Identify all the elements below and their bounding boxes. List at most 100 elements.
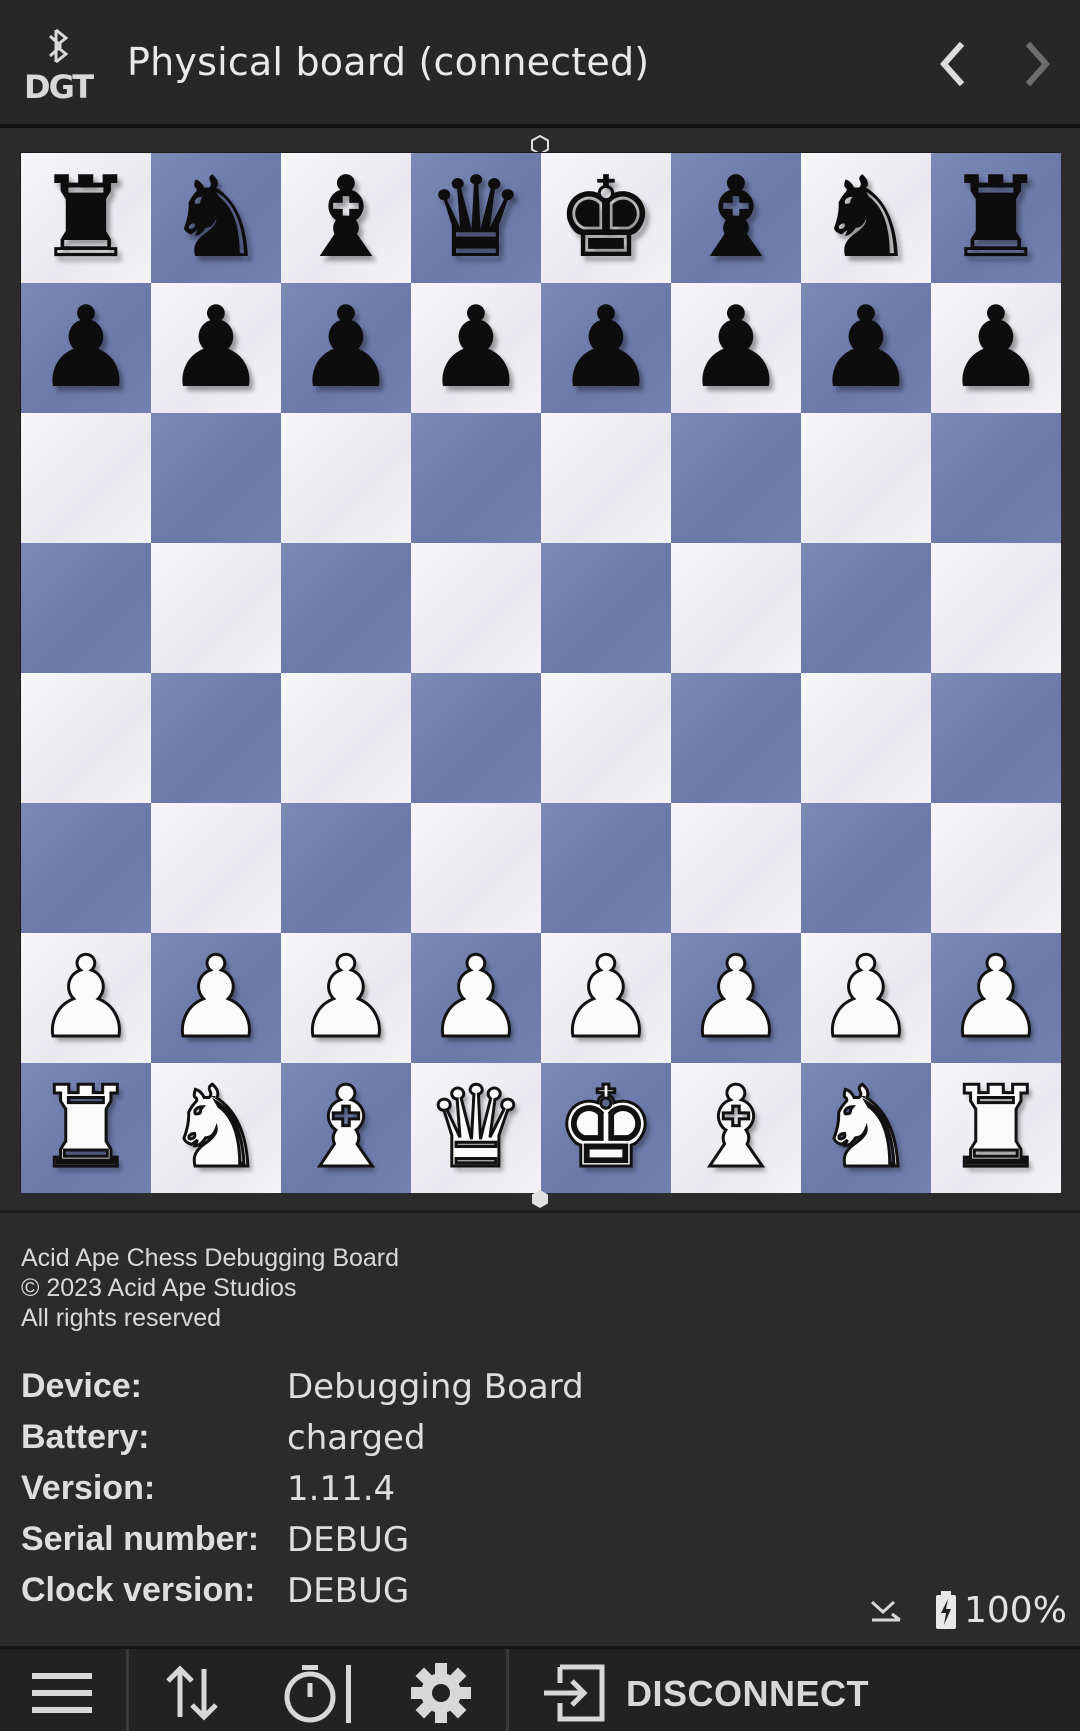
square-c8[interactable]: ♝ xyxy=(281,153,411,283)
square-b8[interactable]: ♞ xyxy=(151,153,281,283)
square-b5[interactable] xyxy=(151,543,281,673)
white-knight-piece[interactable]: ♞ xyxy=(151,1063,281,1193)
square-f2[interactable]: ♟ xyxy=(671,933,801,1063)
square-h1[interactable]: ♜ xyxy=(931,1063,1061,1193)
black-king-piece[interactable]: ♚ xyxy=(541,153,671,283)
square-b4[interactable] xyxy=(151,673,281,803)
black-pawn-piece[interactable]: ♟ xyxy=(541,283,671,413)
black-pawn-piece[interactable]: ♟ xyxy=(931,283,1061,413)
white-knight-piece[interactable]: ♞ xyxy=(801,1063,931,1193)
square-h2[interactable]: ♟ xyxy=(931,933,1061,1063)
chess-board[interactable]: ♜ ♞ ♝ ♛ ♚ ♝ ♞ ♜ ♟ ♟ ♟ ♟ ♟ ♟ ♟ ♟ ♟ ♟ ♟ ♟ ♟ ♟ ♟ ♟ ♜ ♞ ♝ ♛ ♚ ♝ ♞ ♜ xyxy=(20,152,1061,1193)
square-a8[interactable]: ♜ xyxy=(21,153,151,283)
square-c2[interactable]: ♟ xyxy=(281,933,411,1063)
white-pawn-piece[interactable]: ♟ xyxy=(151,933,281,1063)
white-rook-piece[interactable]: ♜ xyxy=(21,1063,151,1193)
white-pawn-piece[interactable]: ♟ xyxy=(541,933,671,1063)
square-g2[interactable]: ♟ xyxy=(801,933,931,1063)
square-h5[interactable] xyxy=(931,543,1061,673)
clock-icon[interactable] xyxy=(280,1661,356,1725)
square-b3[interactable] xyxy=(151,803,281,933)
square-e5[interactable] xyxy=(541,543,671,673)
square-d4[interactable] xyxy=(411,673,541,803)
white-rook-piece[interactable]: ♜ xyxy=(931,1063,1061,1193)
square-g8[interactable]: ♞ xyxy=(801,153,931,283)
chevron-right-icon[interactable] xyxy=(1010,36,1066,92)
square-h3[interactable] xyxy=(931,803,1061,933)
black-rook-piece[interactable]: ♜ xyxy=(931,153,1061,283)
black-pawn-piece[interactable]: ♟ xyxy=(801,283,931,413)
square-e6[interactable] xyxy=(541,413,671,543)
black-pawn-piece[interactable]: ♟ xyxy=(411,283,541,413)
square-g3[interactable] xyxy=(801,803,931,933)
square-b7[interactable]: ♟ xyxy=(151,283,281,413)
black-bishop-piece[interactable]: ♝ xyxy=(671,153,801,283)
square-e2[interactable]: ♟ xyxy=(541,933,671,1063)
square-a1[interactable]: ♜ xyxy=(21,1063,151,1193)
square-g1[interactable]: ♞ xyxy=(801,1063,931,1193)
black-bishop-piece[interactable]: ♝ xyxy=(281,153,411,283)
square-c1[interactable]: ♝ xyxy=(281,1063,411,1193)
white-pawn-piece[interactable]: ♟ xyxy=(21,933,151,1063)
square-e3[interactable] xyxy=(541,803,671,933)
square-a6[interactable] xyxy=(21,413,151,543)
square-c6[interactable] xyxy=(281,413,411,543)
black-queen-piece[interactable]: ♛ xyxy=(411,153,541,283)
white-pawn-piece[interactable]: ♟ xyxy=(801,933,931,1063)
square-f3[interactable] xyxy=(671,803,801,933)
square-d7[interactable]: ♟ xyxy=(411,283,541,413)
square-g6[interactable] xyxy=(801,413,931,543)
square-d8[interactable]: ♛ xyxy=(411,153,541,283)
black-pawn-piece[interactable]: ♟ xyxy=(151,283,281,413)
square-h8[interactable]: ♜ xyxy=(931,153,1061,283)
menu-icon[interactable] xyxy=(28,1661,98,1725)
square-e1[interactable]: ♚ xyxy=(541,1063,671,1193)
square-g5[interactable] xyxy=(801,543,931,673)
black-pawn-piece[interactable]: ♟ xyxy=(671,283,801,413)
square-c3[interactable] xyxy=(281,803,411,933)
square-g7[interactable]: ♟ xyxy=(801,283,931,413)
square-f5[interactable] xyxy=(671,543,801,673)
white-queen-piece[interactable]: ♛ xyxy=(411,1063,541,1193)
flip-board-icon[interactable] xyxy=(160,1661,224,1725)
white-bishop-piece[interactable]: ♝ xyxy=(281,1063,411,1193)
square-a2[interactable]: ♟ xyxy=(21,933,151,1063)
square-e8[interactable]: ♚ xyxy=(541,153,671,283)
square-a3[interactable] xyxy=(21,803,151,933)
white-pawn-piece[interactable]: ♟ xyxy=(671,933,801,1063)
square-b6[interactable] xyxy=(151,413,281,543)
square-a5[interactable] xyxy=(21,543,151,673)
square-h4[interactable] xyxy=(931,673,1061,803)
white-pawn-piece[interactable]: ♟ xyxy=(931,933,1061,1063)
gear-icon[interactable] xyxy=(406,1661,476,1725)
disconnect-button[interactable]: DISCONNECT xyxy=(536,1659,1076,1725)
square-e7[interactable]: ♟ xyxy=(541,283,671,413)
black-rook-piece[interactable]: ♜ xyxy=(21,153,151,283)
square-f1[interactable]: ♝ xyxy=(671,1063,801,1193)
black-knight-piece[interactable]: ♞ xyxy=(151,153,281,283)
square-d6[interactable] xyxy=(411,413,541,543)
black-knight-piece[interactable]: ♞ xyxy=(801,153,931,283)
square-c5[interactable] xyxy=(281,543,411,673)
square-b1[interactable]: ♞ xyxy=(151,1063,281,1193)
white-bishop-piece[interactable]: ♝ xyxy=(671,1063,801,1193)
square-f8[interactable]: ♝ xyxy=(671,153,801,283)
square-c7[interactable]: ♟ xyxy=(281,283,411,413)
white-pawn-piece[interactable]: ♟ xyxy=(411,933,541,1063)
square-d5[interactable] xyxy=(411,543,541,673)
square-h7[interactable]: ♟ xyxy=(931,283,1061,413)
black-pawn-piece[interactable]: ♟ xyxy=(21,283,151,413)
square-a4[interactable] xyxy=(21,673,151,803)
square-f4[interactable] xyxy=(671,673,801,803)
square-d3[interactable] xyxy=(411,803,541,933)
white-king-piece[interactable]: ♚ xyxy=(541,1063,671,1193)
white-pawn-piece[interactable]: ♟ xyxy=(281,933,411,1063)
square-b2[interactable]: ♟ xyxy=(151,933,281,1063)
square-c4[interactable] xyxy=(281,673,411,803)
square-f7[interactable]: ♟ xyxy=(671,283,801,413)
chevron-left-icon[interactable] xyxy=(926,36,982,92)
black-pawn-piece[interactable]: ♟ xyxy=(281,283,411,413)
square-e4[interactable] xyxy=(541,673,671,803)
square-d1[interactable]: ♛ xyxy=(411,1063,541,1193)
square-a7[interactable]: ♟ xyxy=(21,283,151,413)
